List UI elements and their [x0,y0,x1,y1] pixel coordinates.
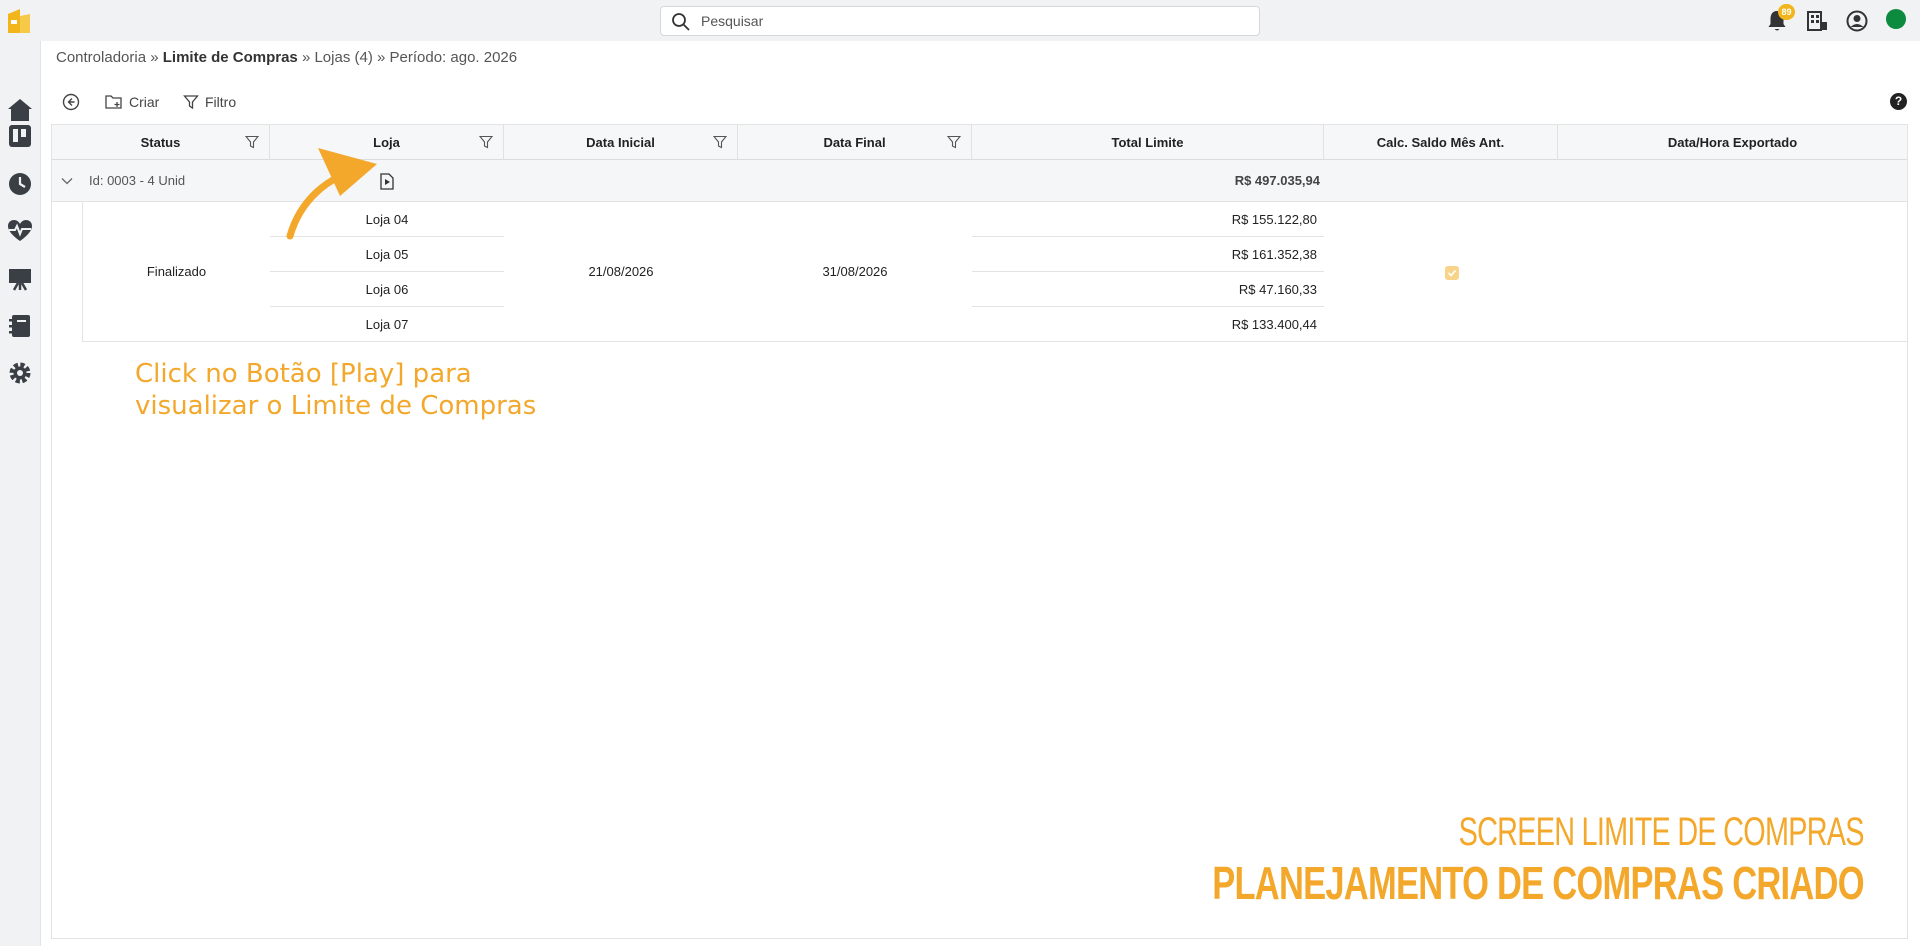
filter-icon[interactable] [947,135,961,149]
search-box[interactable] [660,6,1260,36]
column-header-total-limite[interactable]: Total Limite [972,125,1324,160]
notifications-button[interactable]: 89 [1764,4,1795,34]
data-final-cell: 31/08/2026 [822,264,888,279]
breadcrumb-periodo: Período: ago. 2026 [389,49,518,66]
filter-funnel-icon [183,95,199,110]
branding-title: PLANEJAMENTO DE COMPRAS CRIADO [1212,857,1864,909]
curved-arrow-icon [286,148,377,240]
total-limite-cell: R$ 47.160,33 [972,272,1324,307]
group-total: R$ 497.035,94 [1234,173,1320,188]
tutorial-annotation: Click no Botão [Play] para visualizar o … [135,358,536,422]
breadcrumb-separator: » [146,49,163,66]
building-grid-icon [1807,11,1827,31]
column-header-data-hora-exportado[interactable]: Data/Hora Exportado [1558,125,1907,160]
chevron-down-icon[interactable] [60,174,74,188]
clock-history-icon[interactable] [6,170,34,198]
back-arrow-circle-icon [62,93,80,111]
online-status-indicator[interactable] [1886,9,1906,29]
kanban-board-icon[interactable] [6,122,34,150]
create-button[interactable]: Criar [105,90,159,114]
app-logo-icon[interactable] [6,6,32,36]
sidebar [0,41,40,946]
filter-icon[interactable] [479,135,493,149]
column-title: Data/Hora Exportado [1667,135,1798,150]
total-limite-cell: R$ 155.122,80 [972,202,1324,237]
column-header-status[interactable]: Status [52,125,270,160]
user-circle-icon [1846,10,1868,32]
calc-saldo-checkbox[interactable] [1445,266,1459,280]
annotation-line-2: visualizar o Limite de Compras [135,391,537,421]
breadcrumb: Controladoria » Limite de Compras » Loja… [56,49,517,66]
breadcrumb-lojas[interactable]: Lojas (4) [314,49,372,66]
total-limite-cell: R$ 133.400,44 [1231,317,1317,332]
group-label: Id: 0003 - 4 Unid [89,173,186,188]
settings-gear-icon[interactable] [6,359,34,387]
filter-button[interactable]: Filtro [183,90,236,114]
column-header-data-final[interactable]: Data Final [738,125,972,160]
breadcrumb-controladoria[interactable]: Controladoria [56,49,146,66]
filter-button-label: Filtro [205,94,237,110]
breadcrumb-limite-compras[interactable]: Limite de Compras [163,49,298,66]
column-header-data-inicial[interactable]: Data Inicial [504,125,738,160]
toolbar: Criar Filtro ? [41,87,1920,117]
home-icon[interactable] [6,96,34,124]
column-title: Status [140,135,181,150]
user-profile-button[interactable] [1844,8,1870,34]
breadcrumb-separator: » [372,49,390,66]
column-title: Data Inicial [586,135,655,150]
filter-icon[interactable] [245,135,259,149]
breadcrumb-separator: » [297,49,315,66]
top-bar: 89 [0,0,1920,41]
branding-subtitle: SCREEN LIMITE DE COMPRAS [1458,810,1865,854]
column-title: Total Limite [1111,135,1184,150]
folder-plus-icon [105,95,122,109]
heart-pulse-icon[interactable] [6,217,34,245]
search-input[interactable] [701,10,1241,32]
loja-cell[interactable]: Loja 05 [270,237,504,272]
data-inicial-cell: 21/08/2026 [588,264,654,279]
apps-grid-button[interactable] [1804,8,1830,34]
loja-cell[interactable]: Loja 06 [270,272,504,307]
top-icons: 89 [1760,4,1920,34]
column-header-calc-saldo[interactable]: Calc. Saldo Mês Ant. [1324,125,1558,160]
notebook-icon[interactable] [6,312,34,340]
loja-cell[interactable]: Loja 07 [270,307,504,342]
column-title: Calc. Saldo Mês Ant. [1376,135,1505,150]
create-button-label: Criar [129,94,160,110]
presentation-board-icon[interactable] [6,265,34,293]
search-icon [672,13,690,31]
checkmark-icon [1447,269,1457,277]
status-cell: Finalizado [146,264,207,279]
column-title: Data Final [823,135,886,150]
notification-count-badge: 89 [1778,4,1795,20]
total-limite-cell: R$ 161.352,38 [972,237,1324,272]
annotation-line-1: Click no Botão [Play] para [135,359,472,389]
filter-icon[interactable] [713,135,727,149]
help-icon[interactable]: ? [1890,93,1907,110]
back-button[interactable] [62,90,80,114]
